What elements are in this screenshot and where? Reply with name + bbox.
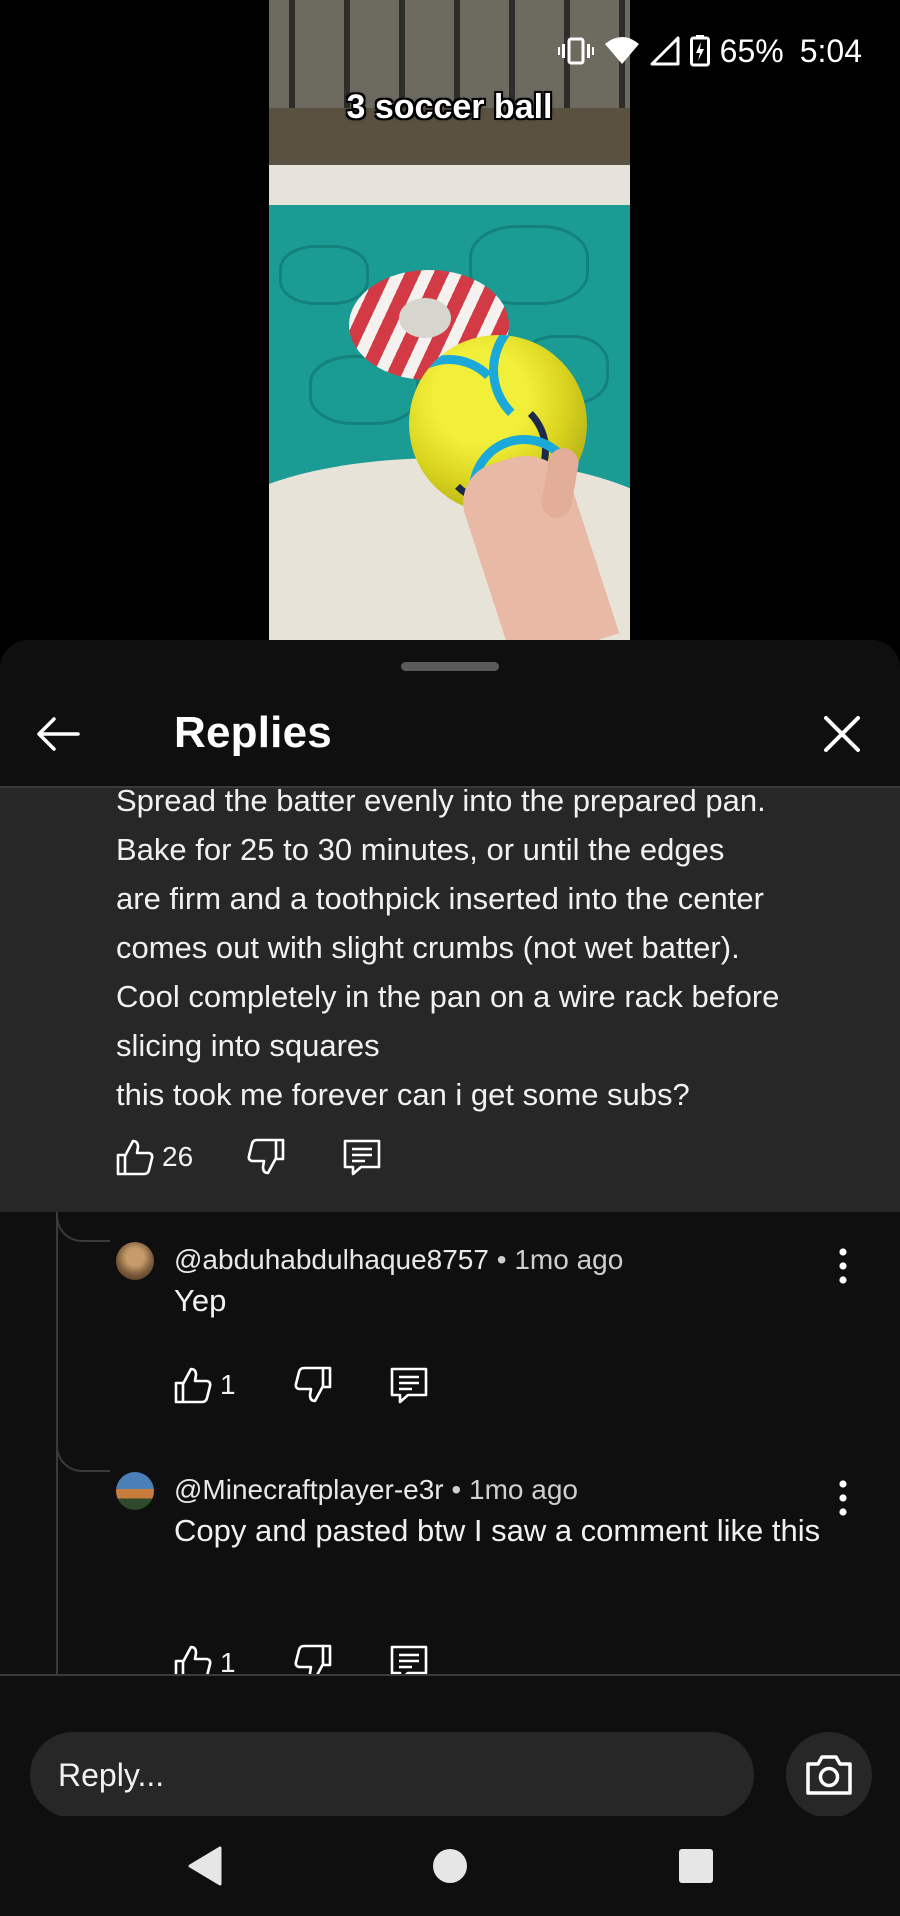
- close-icon: [824, 716, 860, 752]
- vibrate-icon: [557, 36, 594, 66]
- back-triangle-icon: [188, 1846, 222, 1886]
- comment-line: this took me forever can i get some subs…: [116, 1077, 690, 1112]
- nav-back-button[interactable]: [176, 1838, 232, 1894]
- parent-comment: Spread the batter evenly into the prepar…: [0, 788, 900, 1212]
- comment-icon: [343, 1139, 381, 1176]
- reply-button[interactable]: [341, 1136, 383, 1178]
- reply-time: 1mo ago: [514, 1244, 624, 1275]
- avatar[interactable]: [116, 1242, 154, 1280]
- reply-text: Yep: [174, 1283, 227, 1318]
- comment-line: slicing into squares: [116, 1028, 380, 1063]
- sheet-title: Replies: [174, 708, 332, 757]
- comment-line: Bake for 25 to 30 minutes, or until the …: [116, 832, 725, 867]
- thread-connector: [56, 1212, 110, 1242]
- reply-meta: @Minecraftplayer-e3r • 1mo ago: [174, 1474, 578, 1506]
- camera-button[interactable]: [786, 1732, 872, 1818]
- comment-line: Spread the batter evenly into the prepar…: [116, 788, 766, 818]
- sheet-header: Replies: [0, 680, 900, 786]
- comment-line: Cool completely in the pan on a wire rac…: [116, 979, 780, 1014]
- video-caption: 3 soccer ball: [346, 88, 553, 126]
- dislike-button[interactable]: [245, 1136, 287, 1178]
- comment-line: comes out with slight crumbs (not wet ba…: [116, 930, 740, 965]
- recents-square-icon: [679, 1849, 713, 1883]
- like-button[interactable]: 1: [172, 1364, 236, 1406]
- like-count: 26: [162, 1141, 194, 1172]
- system-nav-bar: [0, 1816, 900, 1916]
- meta-separator: •: [488, 1244, 515, 1275]
- reply-text: Copy and pasted btw I saw a comment like…: [174, 1513, 821, 1548]
- dislike-button[interactable]: [292, 1364, 334, 1406]
- battery-percentage: 65%: [719, 32, 784, 69]
- reply-meta: @abduhabdulhaque8757 • 1mo ago: [174, 1244, 623, 1276]
- back-button[interactable]: [30, 706, 86, 762]
- status-bar: 65% 5:04: [557, 28, 862, 74]
- parent-action-row: 26: [114, 1136, 383, 1178]
- battery-charging-icon: [689, 35, 710, 67]
- thumbs-up-icon: [174, 1367, 212, 1404]
- reply-input[interactable]: [30, 1732, 754, 1818]
- sheet-drag-handle[interactable]: [401, 662, 499, 671]
- replies-list[interactable]: Spread the batter evenly into the prepar…: [0, 788, 900, 1820]
- reply-time: 1mo ago: [469, 1474, 578, 1505]
- wifi-icon: [604, 36, 640, 66]
- reply-action-row: 1: [172, 1364, 430, 1406]
- home-circle-icon: [433, 1849, 467, 1883]
- replies-sheet: Replies Spread the batter evenly into th…: [0, 640, 900, 1916]
- comment-icon: [390, 1367, 427, 1404]
- parent-comment-text: Spread the batter evenly into the prepar…: [116, 788, 876, 1119]
- thumbs-down-icon: [247, 1138, 285, 1175]
- close-button[interactable]: [814, 706, 870, 762]
- reply-button[interactable]: [388, 1364, 430, 1406]
- status-time: 5:04: [799, 32, 862, 69]
- meta-separator: •: [443, 1474, 469, 1505]
- arrow-left-icon: [37, 717, 80, 751]
- thumbs-down-icon: [294, 1366, 331, 1403]
- thread-connector: [56, 1442, 110, 1472]
- avatar[interactable]: [116, 1472, 154, 1510]
- nav-home-button[interactable]: [422, 1838, 478, 1894]
- comment-line: are firm and a toothpick inserted into t…: [116, 881, 764, 916]
- reply-author[interactable]: @Minecraftplayer-e3r: [174, 1474, 444, 1505]
- like-count: 1: [220, 1369, 236, 1400]
- reply-bar: [0, 1676, 900, 1818]
- signal-icon: [650, 36, 680, 66]
- thumbs-up-icon: [116, 1139, 154, 1176]
- camera-icon: [806, 1755, 852, 1795]
- like-button[interactable]: 26: [114, 1136, 193, 1178]
- reply-author[interactable]: @abduhabdulhaque8757: [174, 1244, 489, 1275]
- nav-recents-button[interactable]: [668, 1838, 724, 1894]
